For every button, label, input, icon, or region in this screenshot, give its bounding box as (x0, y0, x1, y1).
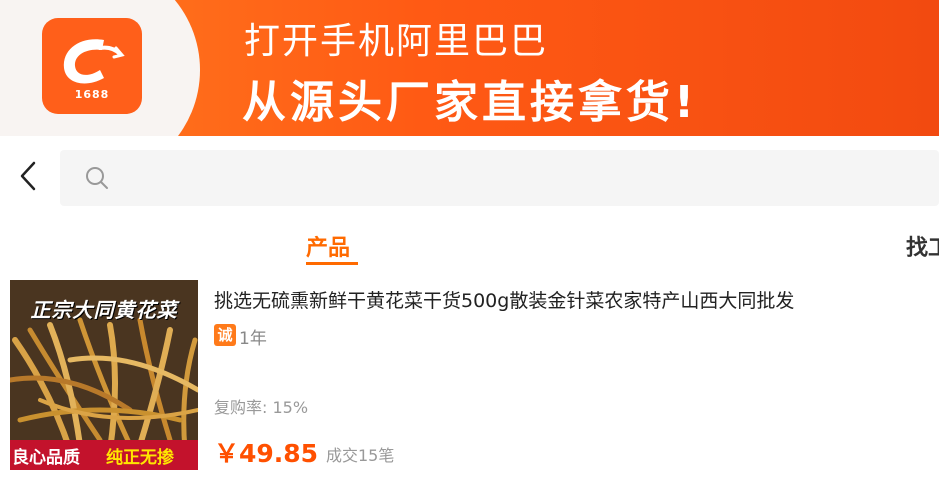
banner-subheadline: 从源头厂家直接拿货! (242, 77, 699, 128)
back-button[interactable] (10, 156, 46, 196)
product-image[interactable]: 正宗大同黄花菜 良心品质 纯正无掺 (10, 280, 198, 470)
seller-years: 1年 (239, 329, 267, 349)
search-icon (86, 167, 108, 189)
search-box[interactable] (60, 150, 939, 206)
tab-product[interactable]: 产品 (306, 230, 350, 262)
tab-find-factory[interactable]: 找工 (906, 230, 939, 262)
chevron-left-icon (20, 161, 36, 191)
search-input[interactable] (120, 158, 920, 198)
alibaba-1688-logo: 1688 (42, 18, 142, 114)
chengxintong-badge-icon: 诚 (214, 324, 236, 346)
product-title[interactable]: 挑选无硫熏新鲜干黄花菜干货500g散装金针菜农家特产山西大同批发 (214, 286, 794, 313)
search-bar-row (0, 136, 939, 214)
image-banner-strip: 良心品质 纯正无掺 (10, 440, 198, 470)
product-price: ￥49.85 (214, 439, 319, 468)
banner-headline: 打开手机阿里巴巴 (244, 21, 549, 62)
product-card[interactable]: 正宗大同黄花菜 良心品质 纯正无掺 挑选无硫熏新鲜干黄花菜干货500g散装金针菜… (0, 276, 939, 488)
image-strip-right-text: 纯正无掺 (106, 448, 174, 468)
repurchase-rate: 复购率: 15% (214, 398, 309, 417)
image-strip-left-text: 良心品质 (12, 448, 80, 468)
image-caption: 正宗大同黄花菜 (30, 298, 178, 322)
logo-number: 1688 (74, 88, 110, 101)
sales-count: 成交15笔 (326, 446, 395, 465)
app-download-banner[interactable]: 1688 打开手机阿里巴巴 从源头厂家直接拿货! (0, 0, 939, 136)
result-tabs: 产品 找工 (0, 214, 939, 276)
tab-active-indicator (306, 262, 358, 265)
